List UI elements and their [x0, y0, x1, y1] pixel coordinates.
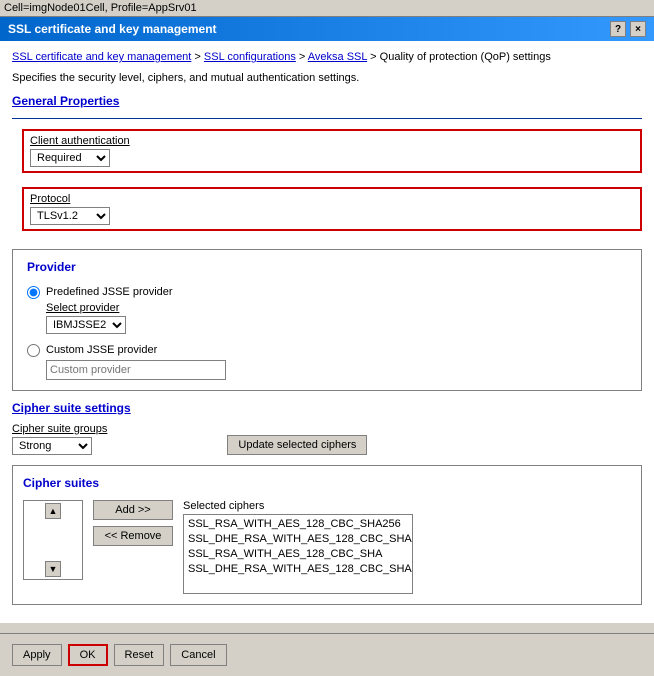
cipher-move-buttons: Add >> << Remove	[93, 500, 173, 546]
update-selected-ciphers-button[interactable]: Update selected ciphers	[227, 435, 367, 455]
close-icon[interactable]: ×	[630, 21, 646, 37]
fields-row: Client authentication Required Supported…	[22, 129, 642, 239]
divider	[12, 118, 642, 119]
protocol-box: Protocol TLSv1.2 TLSv1.1 TLSv1.0 SSL_TLS…	[22, 187, 642, 231]
cipher-suites-content: ▲ ▼ Add >> << Remove Selected ciphers SS…	[23, 500, 631, 594]
custom-provider-input[interactable]	[46, 360, 226, 380]
protocol-select[interactable]: TLSv1.2 TLSv1.1 TLSv1.0 SSL_TLS SSL3	[30, 207, 110, 225]
predefined-label: Predefined JSSE provider	[46, 286, 173, 298]
breadcrumb-current: Quality of protection (QoP) settings	[380, 51, 551, 63]
available-ciphers-list: ▲ ▼	[23, 500, 83, 580]
main-content: SSL certificate and key management > SSL…	[0, 41, 654, 623]
custom-label: Custom JSSE provider	[46, 344, 157, 356]
scroll-down-arrow[interactable]: ▼	[45, 561, 61, 577]
cipher-groups-label: Cipher suite groups	[12, 423, 107, 435]
list-item: SSL_DHE_RSA_WITH_AES_128_CBC_SHA	[186, 562, 410, 576]
window-title: SSL certificate and key management	[8, 22, 217, 36]
cancel-button[interactable]: Cancel	[170, 644, 226, 666]
add-cipher-button[interactable]: Add >>	[93, 500, 173, 520]
title-bar-text: Cell=imgNode01Cell, Profile=AppSrv01	[4, 2, 197, 14]
client-auth-box: Client authentication Required Supported…	[22, 129, 642, 173]
predefined-radio-content: Predefined JSSE provider Select provider…	[46, 284, 173, 334]
cipher-suite-section: Cipher suite settings Cipher suite group…	[12, 401, 642, 605]
provider-title: Provider	[27, 260, 627, 274]
radio-group: Predefined JSSE provider Select provider…	[27, 284, 627, 380]
list-item: SSL_RSA_WITH_AES_128_CBC_SHA	[186, 547, 410, 561]
custom-radio-content: Custom JSSE provider	[46, 342, 226, 380]
breadcrumb-sep3: >	[370, 51, 379, 63]
title-bar: Cell=imgNode01Cell, Profile=AppSrv01	[0, 0, 654, 17]
cipher-groups-field: Cipher suite groups Strong Medium Weak C…	[12, 423, 107, 455]
cipher-groups-row: Cipher suite groups Strong Medium Weak C…	[12, 423, 642, 455]
bottom-buttons: Apply OK Reset Cancel	[0, 633, 654, 676]
predefined-radio[interactable]	[27, 286, 40, 299]
page-description: Specifies the security level, ciphers, a…	[12, 72, 642, 84]
apply-button[interactable]: Apply	[12, 644, 62, 666]
breadcrumb-sep1: >	[194, 51, 203, 63]
general-properties-heading: General Properties	[12, 94, 642, 108]
cipher-suites-title: Cipher suites	[23, 476, 631, 490]
breadcrumb-sep2: >	[299, 51, 308, 63]
protocol-label: Protocol	[30, 193, 634, 205]
scroll-up-arrow[interactable]: ▲	[45, 503, 61, 519]
selected-ciphers-list[interactable]: SSL_RSA_WITH_AES_128_CBC_SHA256 SSL_DHE_…	[183, 514, 413, 594]
custom-radio[interactable]	[27, 344, 40, 357]
select-provider-select[interactable]: IBMJSSE2 SunJSSE	[46, 316, 126, 334]
list-item: SSL_DHE_RSA_WITH_AES_128_CBC_SHA256	[186, 532, 410, 546]
reset-button[interactable]: Reset	[114, 644, 165, 666]
cipher-groups-select[interactable]: Strong Medium Weak Custom	[12, 437, 92, 455]
provider-section: Provider Predefined JSSE provider Select…	[12, 249, 642, 391]
predefined-radio-item: Predefined JSSE provider Select provider…	[27, 284, 627, 334]
select-provider-label: Select provider	[46, 302, 173, 314]
client-auth-label: Client authentication	[30, 135, 634, 147]
selected-ciphers-section: Selected ciphers SSL_RSA_WITH_AES_128_CB…	[183, 500, 413, 594]
ok-button[interactable]: OK	[68, 644, 108, 666]
window-header: SSL certificate and key management ? ×	[0, 17, 654, 41]
remove-cipher-button[interactable]: << Remove	[93, 526, 173, 546]
breadcrumb-link-aveksa[interactable]: Aveksa SSL	[308, 51, 367, 63]
cipher-suites-box: Cipher suites ▲ ▼ Add >> << Remove Selec…	[12, 465, 642, 605]
selected-ciphers-label: Selected ciphers	[183, 500, 413, 512]
client-auth-select[interactable]: Required Supported None	[30, 149, 110, 167]
breadcrumb: SSL certificate and key management > SSL…	[12, 49, 642, 66]
breadcrumb-link-ssl-config[interactable]: SSL configurations	[204, 51, 296, 63]
help-icon[interactable]: ?	[610, 21, 626, 37]
list-item: SSL_RSA_WITH_AES_128_CBC_SHA256	[186, 517, 410, 531]
window-header-icons: ? ×	[610, 21, 646, 37]
breadcrumb-link-ssl-cert[interactable]: SSL certificate and key management	[12, 51, 191, 63]
custom-radio-item: Custom JSSE provider	[27, 342, 627, 380]
cipher-section-title: Cipher suite settings	[12, 401, 642, 415]
